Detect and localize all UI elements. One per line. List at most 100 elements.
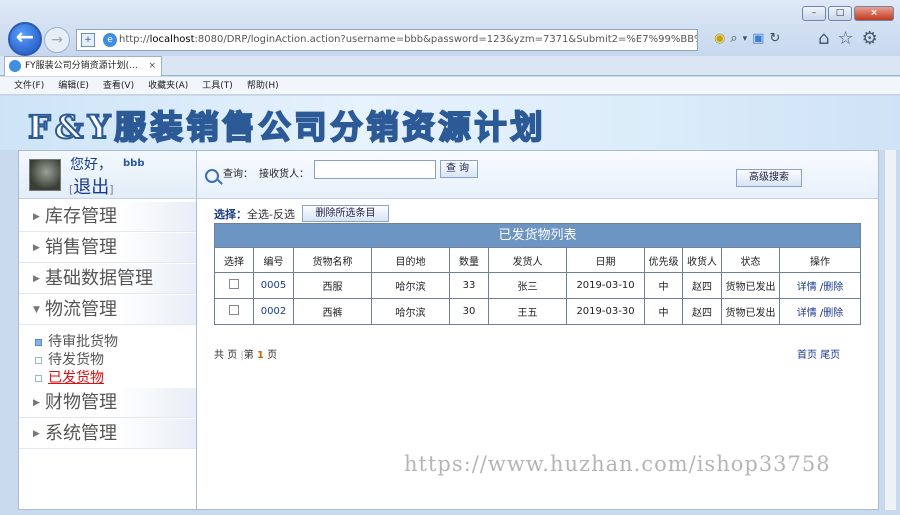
sidebar-sub-tosend[interactable]: 待发货物 xyxy=(35,349,104,369)
delete-link[interactable]: 删除 xyxy=(823,308,843,319)
th-qty: 数量 xyxy=(449,247,489,273)
tab-bar: FY服装公司分销资源计划(... × xyxy=(0,56,900,76)
username: bbb xyxy=(123,158,145,169)
site-banner: F&Y服装销售公司分销资源计划 xyxy=(0,96,900,150)
home-icon[interactable]: ⌂ xyxy=(818,28,829,49)
cell-dest: 哈尔滨 xyxy=(371,298,450,325)
page-icon: + xyxy=(81,33,95,47)
sidebar-item-system[interactable]: ▶ 系统管理 xyxy=(19,419,196,449)
tab-ie-icon xyxy=(9,60,21,72)
scrollbar[interactable] xyxy=(884,150,896,510)
detail-link[interactable]: 详情 xyxy=(797,282,817,293)
current-page: 1 xyxy=(256,350,264,361)
forward-button[interactable]: → xyxy=(44,27,70,53)
greeting: 您好， xyxy=(70,157,112,173)
shipped-goods-table: 已发货物列表 选择 编号 货物名称 目的地 数量 发货人 日期 优先级 收货人 … xyxy=(214,223,861,325)
th-date: 日期 xyxy=(566,247,645,273)
sidebar-item-basedata[interactable]: ▶ 基础数据管理 xyxy=(19,264,196,294)
browser-titlebar: – □ × ← → + e http://localhost:8080/DRP/… xyxy=(0,0,900,56)
search-button[interactable]: 查询 xyxy=(440,160,478,178)
bullet-icon xyxy=(35,338,42,346)
chevron-right-icon: ▶ xyxy=(33,212,40,222)
picture-icon[interactable]: ▣ xyxy=(752,31,764,47)
refresh-icon[interactable]: ↻ xyxy=(769,31,780,47)
bullet-icon xyxy=(35,374,42,382)
cell-id: 0005 xyxy=(253,272,294,299)
cell-qty: 33 xyxy=(449,272,489,299)
cell-name: 西服 xyxy=(293,272,372,299)
cell-name: 西裤 xyxy=(293,298,372,325)
sidebar-sub-pending[interactable]: 待审批货物 xyxy=(35,331,118,351)
cell-qty: 30 xyxy=(449,298,489,325)
th-status: 状态 xyxy=(721,247,780,273)
url-rest: :8080/DRP/loginAction.action?username=bb… xyxy=(194,34,697,45)
dropdown-icon[interactable]: ▾ xyxy=(743,31,748,47)
row-checkbox[interactable] xyxy=(229,305,239,315)
sidebar-item-finance[interactable]: ▶ 财物管理 xyxy=(19,388,196,418)
search-label: 查询： xyxy=(223,169,253,180)
cell-sender: 王五 xyxy=(488,298,567,325)
bullet-icon xyxy=(35,356,42,364)
th-receiver: 收货人 xyxy=(682,247,722,273)
browser-tab[interactable]: FY服装公司分销资源计划(... × xyxy=(4,56,162,76)
menu-bar: 文件(F) 编辑(E) 查看(V) 收藏夹(A) 工具(T) 帮助(H) xyxy=(0,77,900,95)
close-window-button[interactable]: × xyxy=(854,6,894,21)
search-icon[interactable]: ⌕ xyxy=(730,31,737,47)
delete-link[interactable]: 删除 xyxy=(823,282,843,293)
chevron-right-icon: ▶ xyxy=(33,243,40,253)
select-all-invert-link[interactable]: 全选-反选 xyxy=(247,208,295,221)
address-bar[interactable]: + e http://localhost:8080/DRP/loginActio… xyxy=(76,29,698,51)
url-host: localhost xyxy=(149,34,195,45)
settings-gear-icon[interactable]: ⚙ xyxy=(862,28,878,49)
cell-receiver: 赵四 xyxy=(682,298,722,325)
pager-links: 首页 尾页 xyxy=(797,346,840,361)
first-page-link[interactable]: 首页 xyxy=(797,350,817,361)
th-id: 编号 xyxy=(253,247,294,273)
row-checkbox[interactable] xyxy=(229,279,239,289)
sidebar-sub-sent[interactable]: 已发货物 xyxy=(35,367,104,387)
sidebar-item-logistics[interactable]: ▼ 物流管理 xyxy=(19,295,196,325)
pager-info: 共 页 |第 1 页 xyxy=(214,350,278,361)
th-actions: 操作 xyxy=(779,247,861,273)
back-button[interactable]: ← xyxy=(8,22,42,56)
advanced-search-button[interactable]: 高级搜索 xyxy=(736,169,802,187)
cell-status: 货物已发出 xyxy=(721,272,780,299)
minimize-button[interactable]: – xyxy=(802,6,826,21)
cell-status: 货物已发出 xyxy=(721,298,780,325)
detail-link[interactable]: 详情 xyxy=(797,308,817,319)
ie-icon: e xyxy=(103,33,117,47)
cell-priority: 中 xyxy=(644,272,683,299)
receiver-search-input[interactable] xyxy=(314,160,436,179)
menu-help[interactable]: 帮助(H) xyxy=(247,77,279,94)
menu-view[interactable]: 查看(V) xyxy=(103,77,134,94)
menu-tools[interactable]: 工具(T) xyxy=(202,77,233,94)
logout-link[interactable]: [退出] xyxy=(69,173,114,199)
row-checkbox-cell xyxy=(214,298,254,325)
menu-file[interactable]: 文件(F) xyxy=(14,77,44,94)
menu-favorites[interactable]: 收藏夹(A) xyxy=(148,77,188,94)
cell-date: 2019-03-30 xyxy=(566,298,645,325)
maximize-button[interactable]: □ xyxy=(828,6,852,21)
cell-priority: 中 xyxy=(644,298,683,325)
compat-icon[interactable]: ◉ xyxy=(714,31,725,47)
chevron-right-icon: ▶ xyxy=(33,398,40,408)
sidebar-item-inventory[interactable]: ▶ 库存管理 xyxy=(19,202,196,232)
table-row: 0005 西服 哈尔滨 33 张三 2019-03-10 中 赵四 货物已发出 … xyxy=(214,272,861,299)
menu-edit[interactable]: 编辑(E) xyxy=(58,77,89,94)
cell-sender: 张三 xyxy=(488,272,567,299)
row-checkbox-cell xyxy=(214,272,254,299)
table-row: 0002 西裤 哈尔滨 30 王五 2019-03-30 中 赵四 货物已发出 … xyxy=(214,298,861,325)
select-row: 选择：全选-反选 xyxy=(214,206,295,222)
browser-right-icons: ⌂ ☆ ⚙ xyxy=(818,28,878,49)
chevron-right-icon: ▶ xyxy=(33,429,40,439)
favorites-star-icon[interactable]: ☆ xyxy=(837,28,853,49)
delete-selected-button[interactable]: 删除所选条目 xyxy=(302,205,389,222)
user-panel: 您好， bbb [退出] xyxy=(19,151,196,199)
sidebar-item-sales[interactable]: ▶ 销售管理 xyxy=(19,233,196,263)
last-page-link[interactable]: 尾页 xyxy=(820,350,840,361)
table-header-row: 选择 编号 货物名称 目的地 数量 发货人 日期 优先级 收货人 状态 操作 xyxy=(214,247,861,273)
cell-dest: 哈尔滨 xyxy=(371,272,450,299)
watermark: https://www.huzhan.com/ishop33758 xyxy=(404,452,831,476)
select-label: 选择： xyxy=(214,208,247,221)
tab-close-icon[interactable]: × xyxy=(148,57,156,75)
